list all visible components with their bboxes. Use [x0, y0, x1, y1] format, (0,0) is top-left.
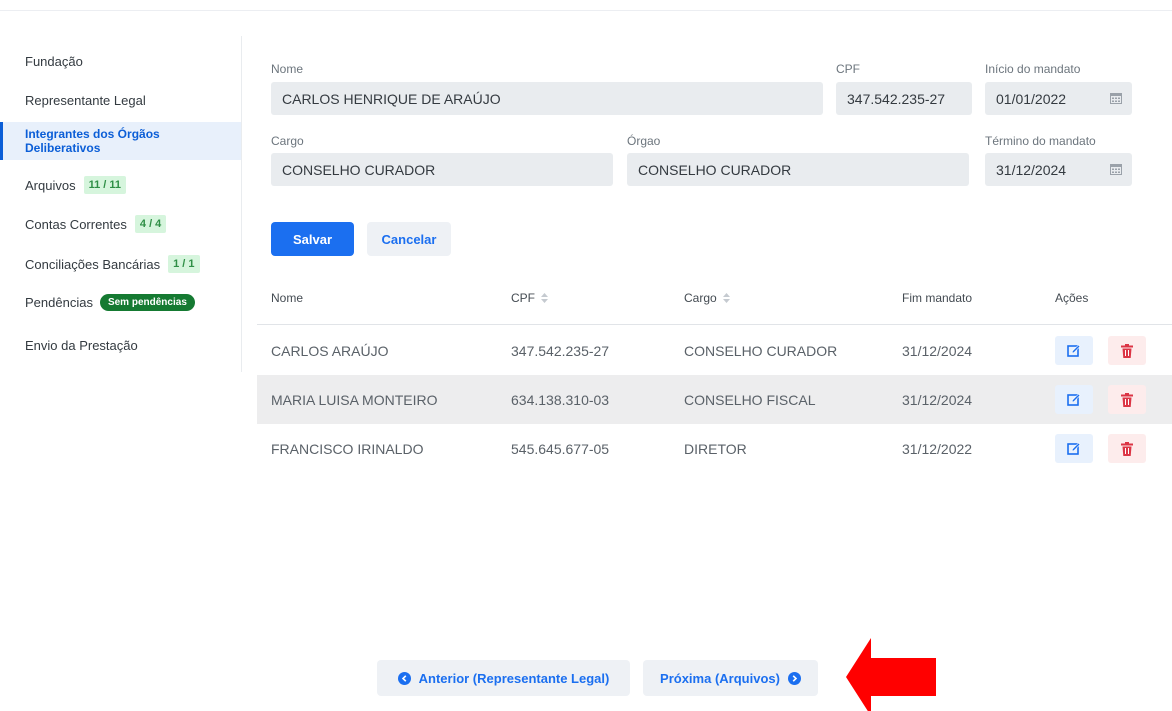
- sidebar-item-label: Integrantes dos Órgãos Deliberativos: [25, 127, 160, 155]
- cell-nome: CARLOS ARAÚJO: [271, 342, 389, 359]
- column-header-label: Nome: [271, 291, 304, 305]
- save-button[interactable]: Salvar: [271, 222, 354, 256]
- cpf-field[interactable]: 347.542.235-27: [836, 82, 972, 115]
- delete-button[interactable]: [1108, 385, 1146, 414]
- edit-icon: [1067, 393, 1081, 406]
- column-header-cpf[interactable]: CPF: [511, 291, 548, 305]
- next-step-label: Próxima (Arquivos): [660, 670, 780, 686]
- trash-icon: [1121, 343, 1133, 358]
- edit-button[interactable]: [1055, 434, 1093, 463]
- cell-fim-mandato: 31/12/2022: [902, 440, 973, 457]
- sidebar-item-arquivos[interactable]: Arquivos 11 / 11: [0, 173, 241, 197]
- cell-cpf: 347.542.235-27: [511, 342, 610, 359]
- cargo-value: CONSELHO CURADOR: [282, 161, 436, 178]
- top-divider: [0, 10, 1172, 11]
- termino-mandato-label: Término do mandato: [985, 134, 1096, 148]
- sidebar: Fundação Representante Legal Integrantes…: [0, 36, 242, 372]
- cell-cargo: DIRETOR: [684, 440, 747, 457]
- chevron-left-circle-icon: [397, 671, 411, 685]
- nome-value: CARLOS HENRIQUE DE ARAÚJO: [282, 90, 501, 107]
- cell-cpf: 634.138.310-03: [511, 391, 610, 408]
- termino-mandato-value: 31/12/2024: [996, 161, 1067, 178]
- sidebar-item-envio[interactable]: Envio da Prestação: [0, 334, 241, 356]
- sidebar-item-conciliacoes[interactable]: Conciliações Bancárias 1 / 1: [0, 252, 241, 276]
- cell-cpf: 545.645.677-05: [511, 440, 610, 457]
- cell-fim-mandato: 31/12/2024: [902, 342, 973, 359]
- delete-button[interactable]: [1108, 434, 1146, 463]
- nome-field[interactable]: CARLOS HENRIQUE DE ARAÚJO: [271, 82, 823, 115]
- sort-icon[interactable]: [541, 293, 548, 303]
- column-header-cargo[interactable]: Cargo: [684, 291, 730, 305]
- annotation-arrow-icon: [846, 638, 936, 711]
- cpf-value: 347.542.235-27: [847, 90, 946, 107]
- calendar-icon[interactable]: [1110, 163, 1122, 175]
- cpf-label: CPF: [836, 62, 860, 76]
- sidebar-item-contas-correntes[interactable]: Contas Correntes 4 / 4: [0, 212, 241, 236]
- table-header-divider: [257, 324, 1172, 325]
- column-header-label: Cargo: [684, 291, 717, 305]
- termino-mandato-field[interactable]: 31/12/2024: [985, 153, 1132, 186]
- orgao-value: CONSELHO CURADOR: [638, 161, 792, 178]
- sidebar-item-label: Representante Legal: [25, 92, 146, 108]
- cargo-field[interactable]: CONSELHO CURADOR: [271, 153, 613, 186]
- cancel-button[interactable]: Cancelar: [367, 222, 451, 256]
- previous-step-label: Anterior (Representante Legal): [418, 670, 610, 686]
- sidebar-item-label: Pendências: [25, 294, 93, 310]
- sidebar-item-label: Conciliações Bancárias: [25, 256, 161, 272]
- trash-icon: [1121, 392, 1133, 407]
- cell-fim-mandato: 31/12/2024: [902, 391, 973, 408]
- count-badge: 1 / 1: [168, 255, 200, 273]
- inicio-mandato-value: 01/01/2022: [996, 90, 1067, 107]
- edit-icon: [1067, 442, 1081, 455]
- table-row: CARLOS ARAÚJO 347.542.235-27 CONSELHO CU…: [257, 326, 1172, 375]
- count-badge: 4 / 4: [134, 215, 167, 233]
- column-header-nome: Nome: [271, 291, 303, 305]
- trash-icon: [1121, 441, 1133, 456]
- cell-nome: MARIA LUISA MONTEIRO: [271, 391, 438, 408]
- sidebar-item-label: Contas Correntes: [25, 216, 127, 232]
- sidebar-item-fundacao[interactable]: Fundação: [0, 50, 241, 72]
- sidebar-item-pendencias[interactable]: Pendências Sem pendências: [0, 290, 241, 314]
- cargo-label: Cargo: [271, 134, 304, 148]
- count-badge: 11 / 11: [83, 176, 127, 194]
- sidebar-item-label: Envio da Prestação: [25, 337, 138, 353]
- sidebar-item-label: Fundação: [25, 53, 83, 69]
- column-header-label: Ações: [1055, 291, 1089, 305]
- sidebar-item-integrantes[interactable]: Integrantes dos Órgãos Deliberativos: [0, 122, 241, 160]
- sidebar-item-label: Arquivos: [25, 177, 76, 193]
- column-header-label: CPF: [511, 291, 535, 305]
- inicio-mandato-label: Início do mandato: [985, 62, 1081, 76]
- edit-icon: [1067, 344, 1081, 357]
- column-header-acoes: Ações: [1055, 291, 1088, 305]
- delete-button[interactable]: [1108, 336, 1146, 365]
- orgao-field[interactable]: CONSELHO CURADOR: [627, 153, 969, 186]
- sidebar-item-representante-legal[interactable]: Representante Legal: [0, 89, 241, 111]
- edit-button[interactable]: [1055, 385, 1093, 414]
- sort-icon[interactable]: [722, 293, 730, 303]
- inicio-mandato-field[interactable]: 01/01/2022: [985, 82, 1132, 115]
- calendar-icon[interactable]: [1110, 92, 1122, 104]
- status-badge: Sem pendências: [99, 293, 195, 311]
- orgao-label: Órgao: [627, 134, 661, 148]
- edit-button[interactable]: [1055, 336, 1093, 365]
- column-header-fim-mandato: Fim mandato: [902, 291, 972, 305]
- nome-label: Nome: [271, 62, 304, 76]
- cell-cargo: CONSELHO CURADOR: [684, 342, 838, 359]
- table-row: MARIA LUISA MONTEIRO 634.138.310-03 CONS…: [257, 375, 1172, 424]
- chevron-right-circle-icon: [787, 671, 801, 685]
- cell-nome: FRANCISCO IRINALDO: [271, 440, 424, 457]
- cell-cargo: CONSELHO FISCAL: [684, 391, 816, 408]
- next-step-button[interactable]: Próxima (Arquivos): [643, 660, 818, 696]
- previous-step-button[interactable]: Anterior (Representante Legal): [377, 660, 630, 696]
- column-header-label: Fim mandato: [902, 291, 973, 305]
- table-row: FRANCISCO IRINALDO 545.645.677-05 DIRETO…: [257, 424, 1172, 473]
